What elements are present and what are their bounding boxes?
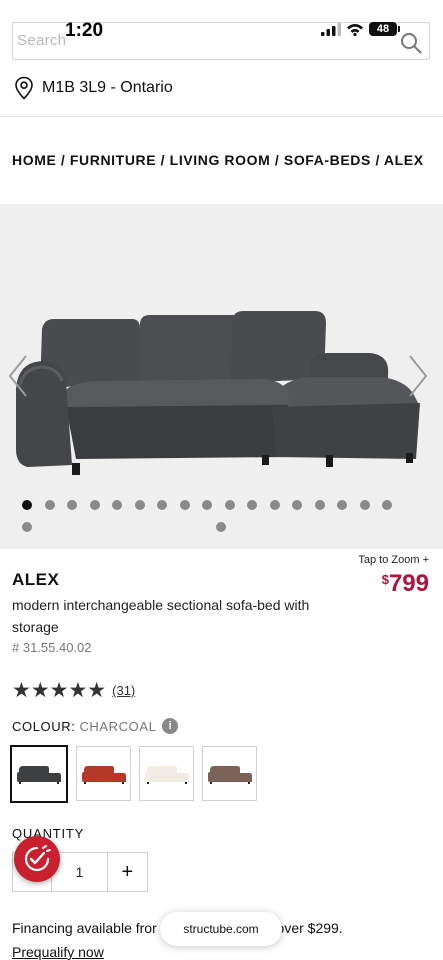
promo-badge-icon[interactable] [14,836,60,882]
gallery-dot[interactable] [179,500,190,510]
product-gallery[interactable] [0,204,443,549]
search-input[interactable]: Search [17,32,66,49]
colour-swatch[interactable] [10,745,68,803]
colour-row: COLOUR: CHARCOAL i [12,718,179,734]
badge-check-icon [24,845,51,872]
info-icon[interactable]: i [162,718,179,734]
colour-swatch[interactable] [139,746,194,801]
next-image-arrow-icon[interactable] [406,352,430,400]
gallery-dot[interactable] [22,500,32,510]
gallery-dot[interactable] [359,500,370,510]
search-icon[interactable] [399,31,423,55]
colour-swatches [10,745,257,803]
browser-url-bar[interactable]: structube.com [160,912,282,946]
signal-icon [321,22,341,36]
breadcrumb-separator: / [156,152,170,168]
product-name: ALEX [12,570,60,589]
gallery-dot[interactable] [292,500,302,510]
gallery-dot[interactable] [337,500,347,510]
product-image[interactable] [10,289,430,479]
financing-text-start: Financing available fror [12,920,157,936]
breadcrumb-home[interactable]: HOME [12,152,56,168]
location-pin-icon [15,76,33,100]
status-time: 1:20 [65,20,104,41]
swatch-sofa-icon [144,765,189,784]
product-price: $799 [382,570,429,598]
delivery-location[interactable]: M1B 3L9 - Ontario [14,76,173,100]
colour-value: CHARCOAL [79,718,157,734]
location-text: M1B 3L9 - Ontario [42,79,173,96]
gallery-dot[interactable] [216,522,226,532]
breadcrumb-sofa-beds[interactable]: SOFA-BEDS [284,152,371,168]
gallery-dot[interactable] [112,500,122,510]
breadcrumb-furniture[interactable]: FURNITURE [70,152,156,168]
gallery-dot[interactable] [202,500,212,510]
quantity-input[interactable]: 1 [52,853,108,891]
price-currency: $ [381,572,389,587]
breadcrumb-separator: / [270,152,284,168]
previous-image-arrow-icon[interactable] [6,352,30,400]
breadcrumb-current: ALEX [383,152,424,168]
colour-swatch[interactable] [76,746,131,801]
battery-icon: 48 [369,22,400,36]
gallery-dot[interactable] [224,500,235,510]
quantity-increase-button[interactable]: + [108,853,147,891]
gallery-dot[interactable] [269,500,280,510]
product-rating[interactable]: ★★★★★ (31) [12,680,135,701]
gallery-dot[interactable] [89,500,100,510]
product-sku: # 31.55.40.02 [12,640,92,655]
review-count-link[interactable]: (31) [112,683,135,698]
gallery-dot[interactable] [382,500,392,510]
colour-label: COLOUR: [12,718,76,734]
swatch-sofa-icon [17,766,61,784]
swatch-sofa-icon [207,765,252,784]
breadcrumb-living-room[interactable]: LIVING ROOM [170,152,271,168]
gallery-dot[interactable] [67,500,77,510]
product-description: modern interchangeable sectional sofa-be… [12,597,310,635]
gallery-dot[interactable] [314,500,325,510]
gallery-dot[interactable] [134,500,145,510]
gallery-dot[interactable] [22,522,32,532]
wifi-icon [347,23,363,36]
prequalify-link[interactable]: Prequalify now [12,944,104,960]
breadcrumb: HOME / FURNITURE / LIVING ROOM / SOFA-BE… [12,152,424,168]
status-icons: 48 [321,22,400,36]
rating-stars: ★★★★★ [12,679,107,702]
breadcrumb-separator: / [56,152,70,168]
swatch-sofa-icon [81,765,126,784]
tap-to-zoom[interactable]: Tap to Zoom + [358,554,429,566]
divider [0,116,443,117]
gallery-dot[interactable] [44,500,55,510]
breadcrumb-separator: / [370,152,384,168]
gallery-dot[interactable] [247,500,257,510]
colour-swatch[interactable] [202,746,257,801]
price-amount: 799 [388,570,429,597]
gallery-dot[interactable] [157,500,167,510]
